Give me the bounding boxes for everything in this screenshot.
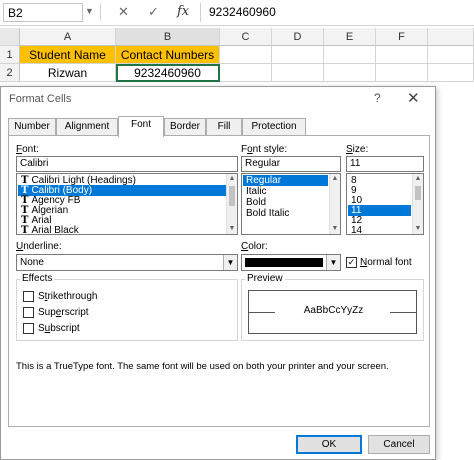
formula-bar: B2 ▼ ✕ ✓ fx 9232460960	[0, 0, 474, 26]
truetype-icon: T	[21, 225, 29, 235]
row-header-2[interactable]: 2	[0, 64, 20, 82]
strikethrough-checkbox[interactable]	[23, 291, 34, 302]
help-icon[interactable]: ?	[374, 91, 381, 105]
scroll-up-icon[interactable]: ▲	[413, 174, 423, 184]
tab-fill[interactable]: Fill	[206, 118, 242, 136]
cell-d2[interactable]	[272, 64, 324, 82]
cell-g2[interactable]	[428, 64, 474, 82]
column-header-a[interactable]: A	[20, 28, 116, 46]
color-label: Color:	[241, 241, 268, 252]
font-style-scrollbar[interactable]: ▲ ▼	[329, 174, 340, 234]
cell-b1[interactable]: Contact Numbers	[116, 46, 220, 64]
color-swatch	[245, 258, 323, 267]
cell-a2[interactable]: Rizwan	[20, 64, 116, 82]
font-info-text: This is a TrueType font. The same font w…	[16, 361, 389, 372]
chevron-down-icon[interactable]: ▼	[223, 255, 237, 270]
scroll-up-icon[interactable]: ▲	[330, 174, 340, 184]
subscript-checkbox[interactable]	[23, 323, 34, 334]
normal-font-label: Normal font	[360, 257, 412, 268]
cell-f1[interactable]	[376, 46, 428, 64]
preview-label: Preview	[245, 273, 285, 284]
font-style-input[interactable]: Regular	[241, 156, 341, 172]
cell-c2[interactable]	[220, 64, 272, 82]
scroll-down-icon[interactable]: ▼	[413, 224, 423, 234]
cell-b2[interactable]: 9232460960	[116, 64, 220, 82]
column-header-e[interactable]: E	[324, 28, 376, 46]
column-header-d[interactable]: D	[272, 28, 324, 46]
font-style-list[interactable]: Regular Italic Bold Bold Italic ▲ ▼	[241, 173, 341, 235]
cell-a1[interactable]: Student Name	[20, 46, 116, 64]
column-header-b[interactable]: B	[116, 28, 220, 46]
preview-box: AaBbCcYyZz	[248, 290, 417, 334]
tab-number[interactable]: Number	[8, 118, 56, 136]
superscript-checkbox[interactable]	[23, 307, 34, 318]
font-list[interactable]: T Calibri Light (Headings) T Calibri (Body…	[16, 173, 238, 235]
scroll-thumb[interactable]	[229, 186, 235, 206]
cell-f2[interactable]	[376, 64, 428, 82]
font-style-label: Font style:	[241, 144, 288, 155]
dialog-title: Format Cells	[9, 93, 72, 105]
underline-dropdown[interactable]: None ▼	[16, 254, 238, 271]
font-name-input[interactable]: Calibri	[16, 156, 238, 172]
formula-input[interactable]: 9232460960	[200, 3, 472, 22]
formula-bar-separator	[100, 4, 101, 20]
insert-function-icon[interactable]: fx	[177, 4, 189, 19]
superscript-label: Superscript	[38, 307, 89, 318]
scroll-down-icon[interactable]: ▼	[227, 224, 237, 234]
normal-font-checkbox[interactable]: ✓	[346, 257, 357, 268]
format-cells-dialog: Format Cells ? ✕ Number Alignment Font B…	[0, 86, 436, 460]
tab-alignment[interactable]: Alignment	[56, 118, 118, 136]
font-style-option[interactable]: Italic	[243, 186, 328, 197]
cancel-icon[interactable]: ✕	[118, 4, 129, 20]
column-header-f[interactable]: F	[376, 28, 428, 46]
chevron-down-icon[interactable]: ▼	[85, 6, 94, 16]
size-list-scrollbar[interactable]: ▲ ▼	[412, 174, 423, 234]
underline-value: None	[20, 257, 44, 268]
cancel-button[interactable]: Cancel	[368, 435, 430, 454]
font-list-scrollbar[interactable]: ▲ ▼	[226, 174, 237, 234]
size-label: Size:	[346, 144, 369, 155]
select-all-corner[interactable]	[0, 28, 20, 46]
cell-d1[interactable]	[272, 46, 324, 64]
subscript-label: Subscript	[38, 323, 80, 334]
cell-g1[interactable]	[428, 46, 474, 64]
tab-font[interactable]: Font	[118, 116, 164, 137]
row-header-1[interactable]: 1	[0, 46, 20, 64]
color-dropdown[interactable]: ▼	[241, 254, 341, 271]
cell-c1[interactable]	[220, 46, 272, 64]
column-header-c[interactable]: C	[220, 28, 272, 46]
tab-border[interactable]: Border	[164, 118, 206, 136]
size-list[interactable]: 8 9 10 11 12 14 ▲ ▼	[346, 173, 424, 235]
name-box[interactable]: B2	[3, 3, 83, 22]
font-style-option[interactable]: Bold Italic	[243, 208, 328, 219]
underline-label: Underline:	[16, 241, 62, 252]
cell-e2[interactable]	[324, 64, 376, 82]
chevron-down-icon[interactable]: ▼	[326, 255, 340, 270]
scroll-up-icon[interactable]: ▲	[227, 174, 237, 184]
size-option[interactable]: 14	[348, 225, 411, 234]
font-style-option-selected[interactable]: Regular	[243, 175, 328, 186]
scroll-thumb[interactable]	[415, 186, 421, 200]
enter-checkmark-icon[interactable]: ✓	[148, 4, 159, 20]
column-header-g[interactable]	[428, 28, 474, 46]
effects-label: Effects	[20, 273, 55, 284]
strikethrough-label: Strikethrough	[38, 291, 98, 302]
font-style-option[interactable]: Bold	[243, 197, 328, 208]
scroll-down-icon[interactable]: ▼	[330, 224, 340, 234]
font-tab-panel: Font: Calibri T Calibri Light (Headings) …	[8, 135, 430, 427]
ok-button[interactable]: OK	[296, 435, 362, 454]
preview-baseline-right	[390, 312, 416, 313]
size-input[interactable]: 11	[346, 156, 424, 172]
font-option[interactable]: T Arial Black	[18, 225, 226, 235]
font-label: Font:	[16, 144, 39, 155]
cell-e1[interactable]	[324, 46, 376, 64]
close-icon[interactable]: ✕	[407, 89, 420, 107]
tab-protection[interactable]: Protection	[242, 118, 306, 136]
preview-sample-text: AaBbCcYyZz	[303, 305, 364, 316]
